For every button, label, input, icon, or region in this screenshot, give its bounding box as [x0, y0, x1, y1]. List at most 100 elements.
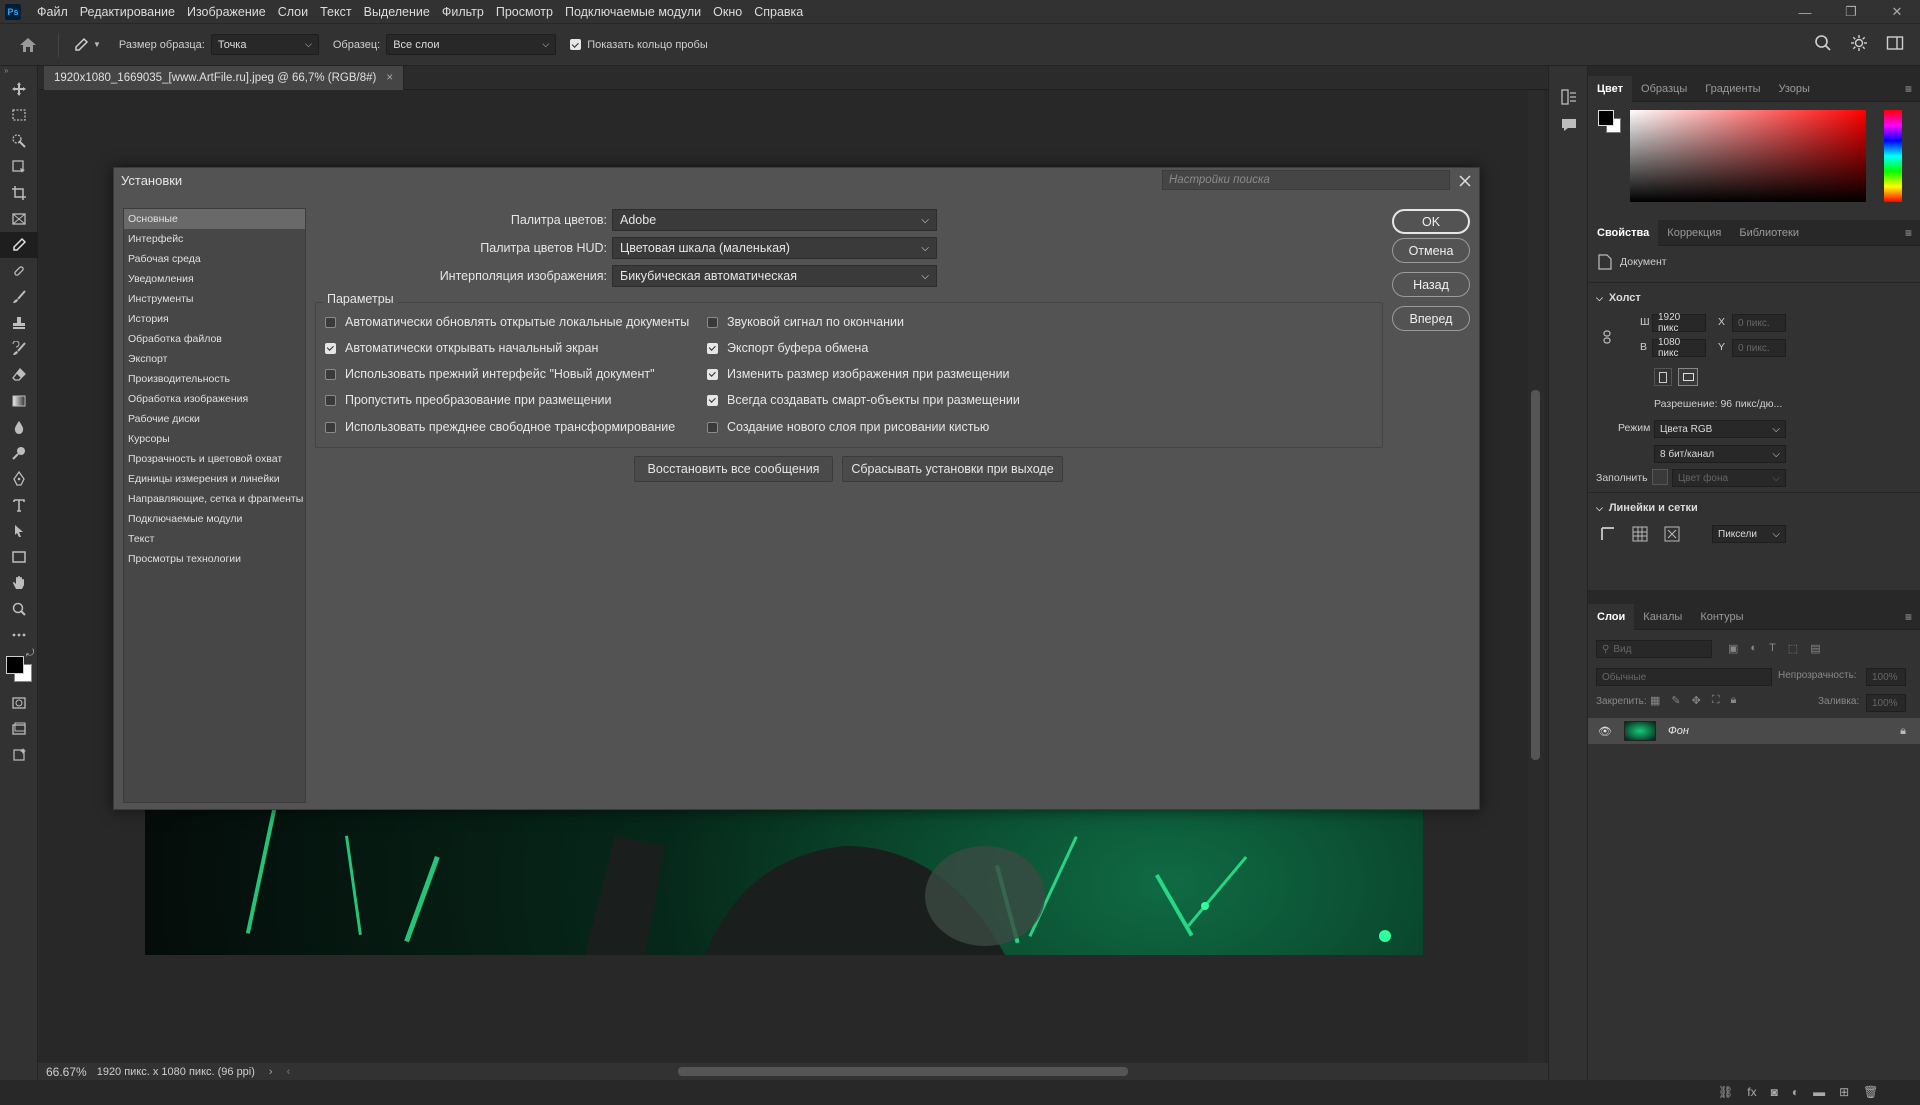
tab-properties[interactable]: Свойства — [1588, 219, 1659, 246]
option-export-clipboard[interactable]: Экспорт буфера обмена — [707, 341, 868, 355]
tab-libraries[interactable]: Библиотеки — [1730, 220, 1808, 246]
adjustment-filter-icon[interactable]: ◐ — [1750, 642, 1757, 655]
blur-tool-icon[interactable] — [0, 414, 38, 440]
clone-stamp-tool-icon[interactable] — [0, 310, 38, 336]
history-panel-icon[interactable] — [1560, 88, 1587, 106]
menu-image[interactable]: Изображение — [181, 0, 272, 24]
fill-color-chip[interactable] — [1652, 469, 1668, 485]
menu-select[interactable]: Выделение — [358, 0, 436, 24]
scroll-left-icon[interactable]: ‹ — [287, 1066, 291, 1078]
y-field[interactable]: 0 пикс. — [1732, 339, 1786, 357]
close-window-icon[interactable]: ✕ — [1874, 0, 1920, 24]
pen-tool-icon[interactable] — [0, 466, 38, 492]
tab-channels[interactable]: Каналы — [1634, 604, 1691, 630]
canvas-section-header[interactable]: ⌵ Холст — [1596, 292, 1641, 304]
dialog-close-icon[interactable] — [1454, 170, 1476, 192]
option-beep-when-done[interactable]: Звуковой сигнал по окончании — [707, 315, 904, 329]
color-picker-select[interactable]: Adobe ⌵ — [612, 209, 937, 231]
back-button[interactable]: Назад — [1392, 272, 1470, 297]
sample-size-select[interactable]: Точка ⌵ — [210, 34, 319, 55]
reset-preferences-button[interactable]: Сбрасывать установки при выходе — [842, 456, 1063, 482]
new-group-icon[interactable]: ▬ — [1813, 1085, 1825, 1099]
eyedropper-tool-icon[interactable] — [0, 232, 38, 258]
landscape-orientation-icon[interactable] — [1678, 368, 1698, 386]
new-layer-on-brush-checkbox[interactable] — [707, 421, 718, 433]
path-selection-tool-icon[interactable] — [0, 518, 38, 544]
nav-scratch-disks[interactable]: Рабочие диски — [124, 409, 305, 429]
restore-all-messages-button[interactable]: Восстановить все сообщения — [634, 456, 833, 482]
height-field[interactable]: 1080 пикс — [1652, 337, 1706, 359]
lock-pixels-icon[interactable]: ✎ — [1671, 694, 1680, 707]
nav-image-processing[interactable]: Обработка изображения — [124, 389, 305, 409]
nav-notifications[interactable]: Уведомления — [124, 269, 305, 289]
minimize-icon[interactable]: — — [1782, 0, 1828, 24]
screen-mode-icon[interactable] — [0, 716, 38, 742]
eyedropper-preset-icon[interactable]: ▼ — [73, 37, 101, 53]
zoom-tool-icon[interactable] — [0, 596, 38, 622]
swap-colors-icon[interactable]: ⤾ — [26, 648, 34, 659]
smart-filter-icon[interactable]: ▤ — [1810, 642, 1820, 655]
rulers-icon[interactable] — [1600, 526, 1616, 542]
nav-file-handling[interactable]: Обработка файлов — [124, 329, 305, 349]
restore-icon[interactable]: ❐ — [1828, 0, 1874, 24]
comments-panel-icon[interactable] — [1560, 116, 1587, 134]
sample-select[interactable]: Все слои ⌵ — [386, 34, 557, 55]
healing-brush-tool-icon[interactable] — [0, 258, 38, 284]
menu-filter[interactable]: Фильтр — [436, 0, 490, 24]
grid-icon[interactable] — [1632, 526, 1648, 542]
link-layers-icon[interactable]: ⛓︎ — [1718, 1085, 1733, 1099]
move-tool-icon[interactable] — [0, 76, 38, 102]
close-tab-icon[interactable]: × — [386, 72, 393, 84]
show-ring-checkbox[interactable] — [570, 39, 582, 50]
tab-swatches[interactable]: Образцы — [1632, 76, 1696, 102]
menu-file[interactable]: Файл — [31, 0, 74, 24]
search-icon[interactable] — [1814, 34, 1832, 52]
fill-select[interactable]: Цвет фона ⌵ — [1672, 469, 1786, 487]
nav-performance[interactable]: Производительность — [124, 369, 305, 389]
forward-button[interactable]: Вперед — [1392, 306, 1470, 331]
menu-type[interactable]: Текст — [314, 0, 357, 24]
nav-tools[interactable]: Инструменты — [124, 289, 305, 309]
vertical-scroll-thumb[interactable] — [1531, 390, 1540, 760]
preferences-search-input[interactable]: Настройки поиска — [1162, 170, 1450, 190]
more-tools-icon[interactable] — [0, 622, 38, 648]
delete-layer-icon[interactable]: 🗑︎ — [1863, 1085, 1878, 1099]
layer-row[interactable]: 👁︎ Фон 🔒︎ — [1588, 718, 1920, 744]
rulers-section-header[interactable]: ⌵ Линейки и сетки — [1596, 502, 1698, 514]
object-selection-tool-icon[interactable] — [0, 154, 38, 180]
menu-help[interactable]: Справка — [748, 0, 809, 24]
option-new-layer-on-brush[interactable]: Создание нового слоя при рисовании кисть… — [707, 420, 989, 434]
status-arrow-icon[interactable]: › — [269, 1066, 273, 1078]
nav-general[interactable]: Основные — [124, 209, 305, 229]
tab-gradients[interactable]: Градиенты — [1696, 76, 1769, 102]
rectangle-tool-icon[interactable] — [0, 544, 38, 570]
option-legacy-free-transform[interactable]: Использовать прежднее свободное трансфор… — [325, 420, 675, 434]
horizontal-scroll-thumb[interactable] — [678, 1067, 1128, 1076]
menu-view[interactable]: Просмотр — [490, 0, 559, 24]
skip-transform-checkbox[interactable] — [325, 394, 336, 406]
eraser-tool-icon[interactable] — [0, 362, 38, 388]
tab-patterns[interactable]: Узоры — [1770, 76, 1819, 102]
width-field[interactable]: 1920 пикс — [1652, 312, 1706, 334]
blend-mode-select[interactable]: Обычные — [1596, 668, 1772, 686]
brush-tool-icon[interactable] — [0, 284, 38, 310]
dodge-tool-icon[interactable] — [0, 440, 38, 466]
layer-filter-search[interactable]: ⚲ Вид — [1596, 640, 1712, 658]
bit-depth-select[interactable]: 8 бит/канал ⌵ — [1654, 445, 1786, 463]
nav-type[interactable]: Текст — [124, 529, 305, 549]
link-icon[interactable] — [1602, 330, 1612, 344]
menu-edit[interactable]: Редактирование — [74, 0, 181, 24]
option-skip-transform[interactable]: Пропустить преобразование при размещении — [325, 393, 611, 407]
quick-mask-icon[interactable] — [0, 690, 38, 716]
tab-adjustments[interactable]: Коррекция — [1658, 220, 1730, 246]
lock-all-icon[interactable]: 🔒︎ — [1731, 694, 1737, 707]
ok-button[interactable]: OK — [1392, 209, 1470, 234]
frame-tool-icon[interactable] — [0, 206, 38, 232]
beep-when-done-checkbox[interactable] — [707, 316, 718, 328]
zoom-level[interactable]: 66.67% — [38, 1065, 97, 1079]
layer-name[interactable]: Фон — [1668, 725, 1689, 737]
menu-layers[interactable]: Слои — [272, 0, 314, 24]
nav-workspace[interactable]: Рабочая среда — [124, 249, 305, 269]
add-mask-icon[interactable]: ◙ — [1771, 1085, 1778, 1099]
option-smart-objects-on-place[interactable]: Всегда создавать смарт-объекты при разме… — [707, 393, 1020, 407]
